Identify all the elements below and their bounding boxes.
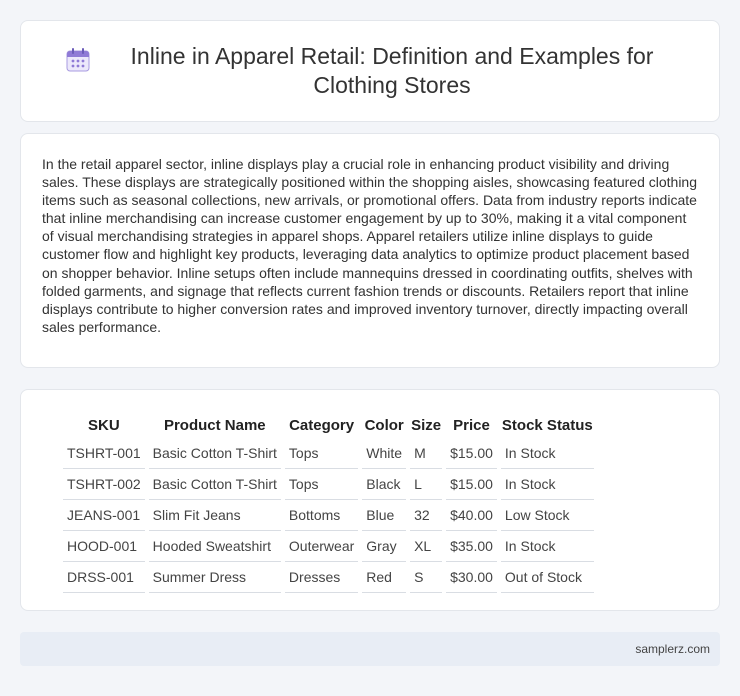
description-card: In the retail apparel sector, inline dis… [20,133,720,368]
cell-product-name: Hooded Sweatshirt [148,531,281,562]
calendar-icon [63,45,93,75]
cell-size: L [410,469,443,500]
cell-sku: TSHRT-001 [63,438,145,469]
title-card: Inline in Apparel Retail: Definition and… [20,20,720,122]
cell-size: 32 [410,500,443,531]
cell-product-name: Summer Dress [148,562,281,593]
column-header-category: Category [289,416,355,434]
cell-product-name: Basic Cotton T-Shirt [148,438,281,469]
cell-sku: JEANS-001 [63,500,145,531]
cell-product-name: Slim Fit Jeans [148,500,281,531]
table-row: DRSS-001 Summer Dress Dresses Red S $30.… [63,562,594,593]
column-header-price: Price [453,416,490,434]
footer-site-link[interactable]: samplerz.com [635,642,710,656]
column-header-color: Color [364,416,404,434]
cell-color: Red [362,562,407,593]
cell-category: Tops [284,469,359,500]
title-wrap: Inline in Apparel Retail: Definition and… [23,42,717,100]
table-row: TSHRT-001 Basic Cotton T-Shirt Tops Whit… [63,438,594,469]
cell-color: Black [362,469,407,500]
cell-color: Blue [362,500,407,531]
cell-size: XL [410,531,443,562]
cell-stock-status: Low Stock [500,500,594,531]
column-header-product-name: Product Name [163,416,266,434]
cell-product-name: Basic Cotton T-Shirt [148,469,281,500]
cell-stock-status: In Stock [500,438,594,469]
table-row: JEANS-001 Slim Fit Jeans Bottoms Blue 32… [63,500,594,531]
cell-stock-status: In Stock [500,531,594,562]
column-header-stock-status: Stock Status [501,416,593,434]
cell-sku: HOOD-001 [63,531,145,562]
column-header-sku: SKU [88,416,120,434]
cell-color: Gray [362,531,407,562]
cell-category: Dresses [284,562,359,593]
cell-price: $35.00 [446,531,497,562]
cell-price: $15.00 [446,438,497,469]
cell-price: $40.00 [446,500,497,531]
column-header-size: Size [411,416,442,434]
page-title: Inline in Apparel Retail: Definition and… [130,43,654,98]
product-table-card: SKU Product Name Category Color Size Pri… [20,389,720,611]
table-header-row: SKU Product Name Category Color Size Pri… [63,414,594,438]
cell-category: Tops [284,438,359,469]
cell-size: S [410,562,443,593]
cell-price: $15.00 [446,469,497,500]
footer: samplerz.com [20,632,720,666]
product-table: SKU Product Name Category Color Size Pri… [59,414,598,593]
table-row: HOOD-001 Hooded Sweatshirt Outerwear Gra… [63,531,594,562]
cell-sku: TSHRT-002 [63,469,145,500]
cell-sku: DRSS-001 [63,562,145,593]
cell-price: $30.00 [446,562,497,593]
cell-category: Bottoms [284,500,359,531]
cell-size: M [410,438,443,469]
table-row: TSHRT-002 Basic Cotton T-Shirt Tops Blac… [63,469,594,500]
cell-stock-status: In Stock [500,469,594,500]
cell-category: Outerwear [284,531,359,562]
description-paragraph: In the retail apparel sector, inline dis… [42,156,698,335]
cell-stock-status: Out of Stock [500,562,594,593]
cell-color: White [362,438,407,469]
